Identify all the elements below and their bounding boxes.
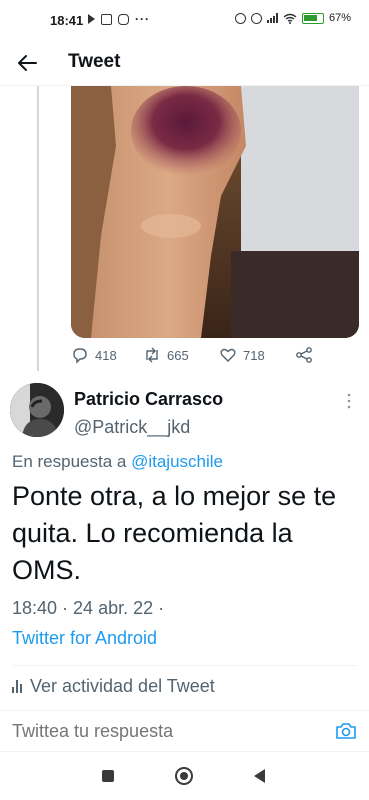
system-back-button[interactable]	[254, 769, 265, 783]
app-header: Tweet	[0, 40, 369, 86]
wifi-icon	[283, 13, 297, 24]
recent-apps-button[interactable]	[102, 770, 114, 782]
share-icon	[296, 347, 312, 363]
retweet-icon	[146, 347, 158, 363]
avatar[interactable]	[10, 383, 64, 437]
tweet-author: Patricio Carrasco @Patrick__jkd	[0, 383, 369, 443]
tweet-timestamp: 18:40 · 24 abr. 22 ·	[12, 598, 165, 618]
instagram-icon	[118, 13, 129, 25]
author-name[interactable]: Patricio Carrasco	[74, 389, 223, 410]
battery-percent: 67%	[328, 12, 351, 24]
more-options-icon[interactable]	[347, 393, 351, 409]
replying-to: En respuesta a @itajuschile	[12, 452, 223, 472]
status-time: 18:41	[50, 13, 84, 28]
page-title: Tweet	[68, 51, 121, 72]
reply-icon	[73, 348, 87, 364]
camera-icon[interactable]	[335, 721, 357, 741]
system-navigation-bar	[0, 752, 369, 800]
battery-icon	[301, 12, 324, 24]
retweet-action[interactable]: 665	[143, 346, 189, 364]
retweet-count: 665	[167, 347, 189, 363]
like-action[interactable]: 718	[219, 346, 265, 364]
thread-connector-line	[37, 86, 39, 371]
reply-prefix: En respuesta a	[12, 452, 127, 471]
view-activity-label: Ver actividad del Tweet	[30, 675, 215, 696]
back-arrow-icon[interactable]	[16, 52, 38, 74]
divider	[12, 665, 357, 666]
mute-icon	[234, 12, 246, 24]
more-notifications-icon: ···	[135, 12, 150, 26]
tweet-text: Ponte otra, a lo mejor se te quita. Lo r…	[12, 481, 337, 585]
share-action[interactable]	[295, 346, 313, 364]
parent-tweet-actions: 418 665 718	[71, 346, 331, 368]
alarm-icon	[250, 12, 262, 24]
tweet-source-link[interactable]: Twitter for Android	[12, 628, 157, 649]
reply-composer	[0, 710, 369, 752]
heart-icon	[220, 348, 236, 362]
notification-icons: ···	[88, 12, 150, 26]
system-icons: 67%	[234, 12, 351, 24]
reply-mention-link[interactable]: @itajuschile	[131, 452, 223, 471]
signal-icon	[266, 13, 278, 23]
status-bar: 18:41 ··· 67%	[0, 0, 369, 40]
author-handle[interactable]: @Patrick__jkd	[74, 417, 190, 438]
tweet-media-image[interactable]	[71, 86, 359, 338]
view-activity-link[interactable]: Ver actividad del Tweet	[12, 675, 215, 697]
reply-count: 418	[95, 347, 117, 363]
like-count: 718	[243, 347, 265, 363]
home-button[interactable]	[175, 767, 193, 785]
youtube-icon	[101, 13, 112, 25]
play-icon	[88, 14, 95, 24]
reply-input[interactable]	[12, 721, 312, 742]
reply-action[interactable]: 418	[71, 346, 117, 364]
analytics-icon	[12, 679, 22, 693]
